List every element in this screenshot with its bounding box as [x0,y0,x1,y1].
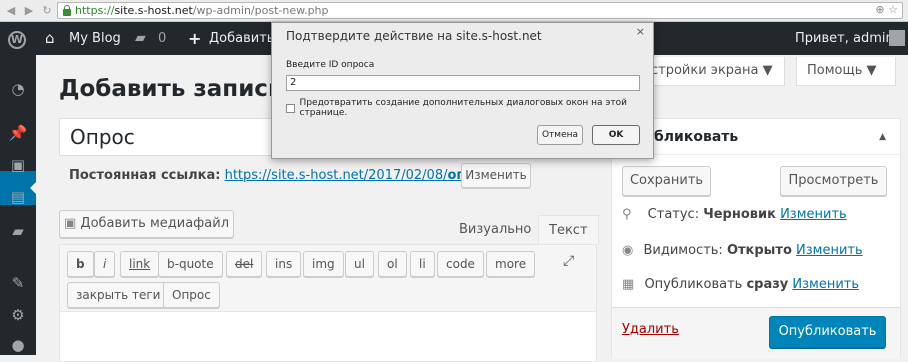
pin-status-icon: ⚲ [622,207,632,222]
visibility-edit-link[interactable]: Изменить [796,243,863,258]
home-icon: ⌂ [45,29,55,47]
publish-box-title: бликовать [654,129,739,145]
add-new-link[interactable]: Добавить [209,22,274,55]
quicktags-toolbar: b i link b-quote del ins img ul ol li co… [59,244,597,312]
qt-poll-button[interactable]: Опрос [163,282,220,308]
status-edit-link[interactable]: Изменить [780,207,847,222]
pin-icon[interactable]: 📌 [8,123,28,143]
qt-close-tags-button[interactable]: закрыть теги [67,282,170,308]
publish-box-header[interactable]: бликовать ▲ [612,119,900,155]
schedule-edit-link[interactable]: Изменить [792,277,859,292]
schedule-label: Опубликовать [644,277,743,292]
permalink: Постоянная ссылка: https://site.s-host.n… [69,168,496,183]
permalink-label: Постоянная ссылка: [69,168,221,183]
tab-text[interactable]: Текст [538,215,599,245]
plus-icon: + [188,29,202,48]
eye-icon: ◉ [622,243,634,258]
pages-icon[interactable]: ▤ [8,187,28,207]
suppress-dialogs-option[interactable]: Предотвратить создание дополнительных ди… [286,98,653,118]
add-media-button[interactable]: ▣ Добавить медиафайл [59,210,234,238]
back-icon[interactable]: ◀ [4,4,18,18]
qt-bquote-button[interactable]: b-quote [158,251,223,277]
lock-icon [62,5,72,16]
suppress-dialogs-checkbox[interactable] [286,103,295,113]
comments-count[interactable]: 0 [158,22,166,55]
dashboard-icon[interactable]: ◔ [8,79,28,99]
address-bar[interactable]: https://site.s-host.net/wp-admin/post-ne… [57,2,903,19]
permalink-edit-button[interactable]: Изменить [461,163,531,188]
prompt-dialog: Подтвердите действие на site.s-host.net … [271,22,654,159]
add-media-label: Добавить медиафайл [80,216,230,231]
dialog-title: Подтвердите действие на site.s-host.net [286,29,542,43]
calendar-icon: ▦ [622,277,635,292]
poll-id-input[interactable]: 2 [286,75,640,91]
status-row: ⚲ Статус: Черновик Изменить [622,207,847,222]
qt-code-button[interactable]: code [437,251,484,277]
media-icon: ▣ [63,216,77,231]
fullscreen-icon[interactable]: ⤢ [563,253,574,269]
qt-bold-button[interactable]: b [67,251,94,277]
status-label: Статус: [647,207,700,222]
schedule-row: ▦ Опубликовать сразу Изменить [622,277,859,292]
appearance-icon[interactable]: ✎ [8,273,28,293]
user-greeting[interactable]: Привет, admin [795,22,894,55]
comment-icon: ▰ [135,30,146,46]
comments-menu-icon[interactable]: ▰ [8,221,28,241]
publish-box: бликовать ▲ Сохранить Просмотреть ⚲ Стат… [611,118,901,359]
dialog-prompt-label: Введите ID опроса [286,60,375,70]
plugins-icon[interactable]: ⚙ [8,305,28,325]
reload-icon[interactable]: ↻ [40,4,54,18]
status-value: Черновик [703,207,776,222]
suppress-dialogs-label: Предотвратить создание дополнительных ди… [299,98,627,118]
qt-ol-button[interactable]: ol [378,251,407,277]
visibility-label: Видимость: [643,243,723,258]
visibility-value: Открыто [726,243,792,258]
publish-actions: Удалить Опубликовать [612,307,900,359]
qt-ins-button[interactable]: ins [266,251,302,277]
qt-more-button[interactable]: more [486,251,536,277]
visibility-row: ◉ Видимость: Открыто Изменить [622,243,863,258]
qt-li-button[interactable]: li [410,251,435,277]
url-scheme: https:// [75,4,115,17]
wordpress-logo-icon[interactable]: W [8,31,26,49]
zoom-star-icons[interactable]: ⊕ ☆ [875,3,898,16]
ok-button[interactable]: OK [592,125,640,145]
users-icon[interactable]: ● [8,335,28,355]
qt-ul-button[interactable]: ul [345,251,374,277]
media-icon[interactable]: ▣ [8,155,28,175]
site-name-link[interactable]: My Blog [69,22,121,55]
qt-italic-button[interactable]: i [94,251,116,277]
qt-link-button[interactable]: link [120,251,160,277]
save-draft-button[interactable]: Сохранить [622,166,711,196]
publish-button[interactable]: Опубликовать [769,316,886,348]
avatar[interactable] [889,30,905,46]
url-host: site.s-host.net [114,4,193,17]
url-path: /wp-admin/post-new.php [192,4,329,17]
close-icon[interactable]: × [636,25,645,38]
screen-options-button[interactable]: стройки экрана ▼ [640,57,785,86]
move-to-trash-link[interactable]: Удалить [622,322,679,337]
permalink-url[interactable]: https://site.s-host.net/2017/02/08/опрос… [225,168,496,183]
collapse-arrow-icon[interactable]: ▲ [879,119,886,155]
browser-toolbar: ◀ ▶ ↻ https://site.s-host.net/wp-admin/p… [0,0,908,22]
qt-img-button[interactable]: img [303,251,344,277]
help-button[interactable]: Помощь ▼ [796,57,896,86]
preview-button[interactable]: Просмотреть [780,166,887,196]
page-title: Добавить запись [59,76,283,102]
admin-menu: ◔ 📌 ▣ ▤ ▰ ✎ ⚙ ● [0,55,37,355]
qt-del-button[interactable]: del [226,251,263,277]
forward-icon[interactable]: ▶ [22,4,36,18]
schedule-value: сразу [746,277,789,292]
cancel-button[interactable]: Отмена [537,125,583,145]
tab-visual[interactable]: Визуально [449,215,541,245]
